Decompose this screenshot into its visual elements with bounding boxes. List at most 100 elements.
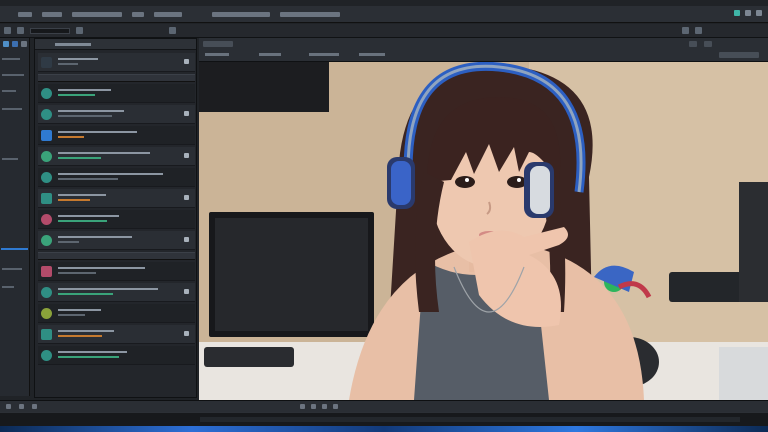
mute-icon[interactable] — [333, 404, 338, 409]
rail-item[interactable] — [2, 158, 18, 160]
list-item[interactable] — [38, 168, 195, 187]
menu-item[interactable] — [18, 11, 32, 17]
item-title — [58, 288, 158, 290]
menu-item[interactable] — [212, 11, 270, 17]
preview-control[interactable] — [689, 41, 697, 47]
preview-canvas[interactable] — [199, 62, 768, 400]
preview-tab[interactable] — [203, 41, 233, 47]
rail-selection — [1, 248, 28, 250]
list-item[interactable] — [38, 346, 195, 365]
visibility-toggle-icon[interactable] — [184, 331, 189, 336]
play-icon[interactable] — [682, 27, 689, 34]
mic-icon — [41, 235, 52, 246]
menu-item[interactable] — [132, 11, 144, 17]
menu-item[interactable] — [42, 11, 62, 17]
item-title — [58, 267, 145, 269]
panel-header — [35, 39, 196, 50]
source-icon — [41, 193, 52, 204]
rail-item[interactable] — [2, 108, 22, 110]
menu-bar — [0, 6, 768, 23]
item-title — [58, 215, 119, 217]
visibility-toggle-icon[interactable] — [184, 111, 189, 116]
search-input[interactable] — [30, 27, 70, 34]
item-title — [58, 89, 111, 91]
item-subtitle — [58, 293, 113, 295]
item-title — [58, 173, 163, 175]
preview-info — [205, 53, 229, 56]
dock-tab-icon[interactable] — [21, 41, 27, 47]
preview-control[interactable] — [719, 52, 759, 58]
list-item[interactable] — [38, 325, 195, 344]
list-item[interactable] — [38, 283, 195, 302]
status-bar — [0, 400, 768, 412]
visibility-toggle-icon[interactable] — [184, 289, 189, 294]
list-item[interactable] — [38, 262, 195, 281]
rail-item[interactable] — [2, 74, 24, 76]
close-icon[interactable] — [756, 10, 762, 16]
preview-header — [199, 38, 768, 62]
list-item[interactable] — [38, 147, 195, 166]
menu-item[interactable] — [280, 11, 340, 17]
dock-tab-icon[interactable] — [3, 41, 9, 47]
item-title — [58, 330, 114, 332]
list-item[interactable] — [38, 231, 195, 250]
preview-info — [259, 53, 281, 56]
rail-item[interactable] — [2, 58, 20, 60]
item-subtitle — [58, 136, 84, 138]
save-icon[interactable] — [17, 27, 24, 34]
item-subtitle — [58, 335, 102, 337]
item-subtitle — [58, 314, 85, 316]
undo-icon[interactable] — [76, 27, 83, 34]
preview-info — [309, 53, 339, 56]
list-item[interactable] — [38, 126, 195, 145]
cpu-icon — [32, 404, 37, 409]
panel-title — [55, 43, 91, 46]
image-icon — [41, 130, 52, 141]
item-subtitle — [58, 356, 119, 358]
rail-item[interactable] — [2, 268, 22, 270]
list-item[interactable] — [38, 84, 195, 103]
screen-bezel — [0, 426, 768, 432]
item-subtitle — [58, 178, 118, 180]
list-item[interactable] — [38, 210, 195, 229]
visibility-toggle-icon[interactable] — [184, 195, 189, 200]
settings-icon[interactable] — [695, 27, 702, 34]
effects-icon — [41, 266, 52, 277]
audio-icon — [41, 109, 52, 120]
minimize-icon[interactable] — [734, 10, 740, 16]
dock-tab-icon[interactable] — [12, 41, 18, 47]
list-item[interactable] — [38, 105, 195, 124]
list-item[interactable] — [38, 53, 195, 72]
record-icon[interactable] — [6, 404, 11, 409]
list-item[interactable] — [38, 304, 195, 323]
timeline-track[interactable] — [200, 417, 740, 422]
menu-item[interactable] — [72, 11, 122, 17]
stream-icon[interactable] — [19, 404, 24, 409]
rail-item[interactable] — [2, 90, 16, 92]
panel-section-header[interactable] — [38, 74, 195, 82]
visibility-toggle-icon[interactable] — [184, 237, 189, 242]
item-title — [58, 152, 150, 154]
list-item[interactable] — [38, 189, 195, 208]
time-icon — [311, 404, 316, 409]
camera-icon — [41, 57, 52, 68]
folder-icon[interactable] — [4, 27, 11, 34]
sources-panel — [34, 38, 197, 398]
visibility-toggle-icon[interactable] — [184, 59, 189, 64]
visibility-toggle-icon[interactable] — [184, 153, 189, 158]
item-subtitle — [58, 272, 96, 274]
item-title — [58, 236, 132, 238]
panel-section-header[interactable] — [38, 252, 195, 260]
menu-item[interactable] — [154, 11, 182, 17]
maximize-icon[interactable] — [745, 10, 751, 16]
item-title — [58, 309, 101, 311]
layer-icon — [41, 308, 52, 319]
fps-icon — [300, 404, 305, 409]
volume-icon[interactable] — [322, 404, 327, 409]
preview-control[interactable] — [704, 41, 712, 47]
rail-item[interactable] — [2, 286, 14, 288]
redo-icon[interactable] — [169, 27, 176, 34]
video-icon — [41, 151, 52, 162]
timeline[interactable] — [0, 412, 768, 426]
filter-icon — [41, 214, 52, 225]
